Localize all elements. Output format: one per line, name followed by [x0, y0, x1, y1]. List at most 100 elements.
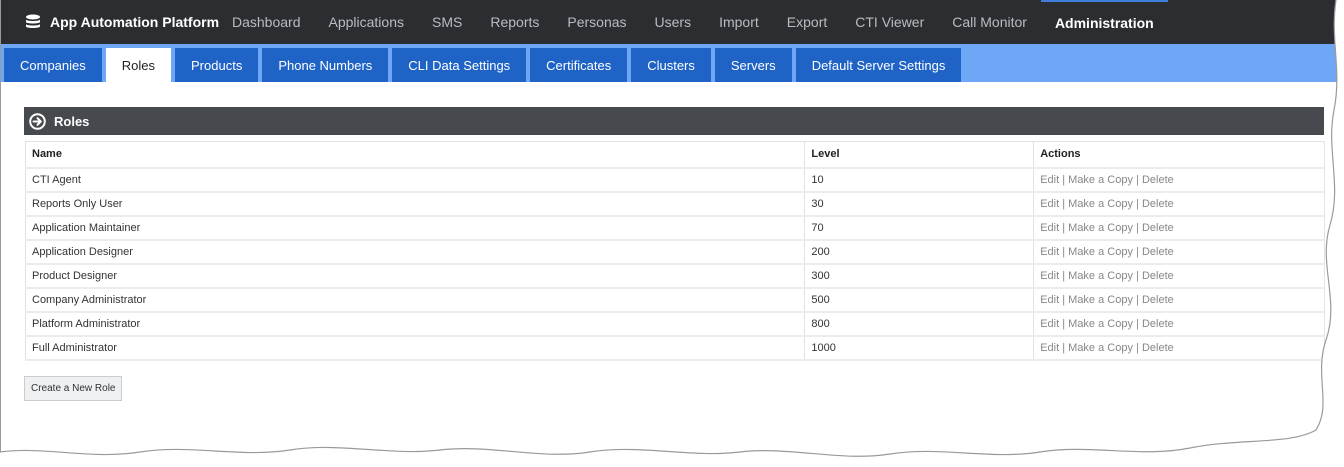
- role-actions: Edit | Make a Copy | Delete: [1033, 239, 1325, 264]
- panel-header: Roles: [24, 107, 1324, 135]
- delete-link[interactable]: Delete: [1142, 294, 1174, 306]
- table-row: Product Designer 300 Edit | Make a Copy | …: [24, 263, 1325, 288]
- edit-link[interactable]: Edit: [1040, 270, 1059, 282]
- make-copy-link[interactable]: Make a Copy: [1068, 198, 1133, 210]
- nav-call-monitor[interactable]: Call Monitor: [938, 0, 1041, 44]
- tab-default-server-settings[interactable]: Default Server Settings: [795, 48, 962, 82]
- role-name: Full Administrator: [24, 335, 806, 360]
- role-actions: Edit | Make a Copy | Delete: [1033, 335, 1325, 360]
- action-separator: |: [1136, 341, 1139, 354]
- tab-companies[interactable]: Companies: [4, 48, 102, 82]
- nav-personas[interactable]: Personas: [553, 0, 640, 44]
- tab-roles[interactable]: Roles: [105, 48, 172, 82]
- table-row: Application Maintainer 70 Edit | Make a Co…: [24, 215, 1325, 240]
- panel-title: Roles: [54, 113, 90, 129]
- action-separator: |: [1062, 221, 1066, 234]
- column-header-name[interactable]: Name: [24, 141, 806, 168]
- action-separator: |: [1062, 341, 1066, 354]
- role-actions: Edit | Make a Copy | Delete: [1033, 167, 1325, 192]
- make-copy-link[interactable]: Make a Copy: [1068, 294, 1133, 306]
- nav-reports[interactable]: Reports: [476, 0, 553, 44]
- action-separator: |: [1062, 197, 1066, 210]
- delete-link[interactable]: Delete: [1142, 198, 1174, 210]
- main-nav: Dashboard Applications SMS Reports Perso…: [218, 0, 1168, 44]
- edit-link[interactable]: Edit: [1040, 246, 1059, 258]
- action-separator: |: [1136, 293, 1139, 306]
- make-copy-link[interactable]: Make a Copy: [1068, 270, 1133, 282]
- tab-certificates[interactable]: Certificates: [530, 48, 628, 82]
- nav-export[interactable]: Export: [773, 0, 841, 44]
- role-name: Application Designer: [24, 239, 806, 264]
- tab-cli-data-settings[interactable]: CLI Data Settings: [392, 48, 527, 82]
- database-icon: [26, 14, 40, 28]
- table-row: Platform Administrator 800 Edit | Make a C…: [24, 311, 1325, 336]
- tab-phone-numbers[interactable]: Phone Numbers: [262, 48, 389, 82]
- delete-link[interactable]: Delete: [1142, 270, 1174, 282]
- edit-link[interactable]: Edit: [1040, 198, 1059, 210]
- action-separator: |: [1136, 173, 1139, 186]
- admin-tabs: Companies Roles Products Phone Numbers C…: [4, 48, 965, 82]
- action-separator: |: [1062, 245, 1066, 258]
- action-separator: |: [1136, 221, 1139, 234]
- role-actions: Edit | Make a Copy | Delete: [1033, 215, 1325, 240]
- make-copy-link[interactable]: Make a Copy: [1068, 342, 1133, 354]
- role-actions: Edit | Make a Copy | Delete: [1033, 311, 1325, 336]
- delete-link[interactable]: Delete: [1142, 318, 1174, 330]
- column-header-actions: Actions: [1033, 141, 1325, 168]
- table-row: CTI Agent 10 Edit | Make a Copy | Delete: [24, 167, 1325, 192]
- edit-link[interactable]: Edit: [1040, 174, 1059, 186]
- tab-clusters[interactable]: Clusters: [631, 48, 711, 82]
- edit-link[interactable]: Edit: [1040, 342, 1059, 354]
- role-actions: Edit | Make a Copy | Delete: [1033, 191, 1325, 216]
- arrow-right-circle-icon: [29, 112, 46, 130]
- delete-link[interactable]: Delete: [1142, 246, 1174, 258]
- make-copy-link[interactable]: Make a Copy: [1068, 174, 1133, 186]
- action-separator: |: [1136, 269, 1139, 282]
- action-separator: |: [1136, 317, 1139, 330]
- role-name: Platform Administrator: [24, 311, 806, 336]
- role-name: Application Maintainer: [24, 215, 806, 240]
- table-row: Application Designer 200 Edit | Make a Cop…: [24, 239, 1325, 264]
- action-separator: |: [1062, 317, 1066, 330]
- edit-link[interactable]: Edit: [1040, 318, 1059, 330]
- action-separator: |: [1062, 293, 1066, 306]
- delete-link[interactable]: Delete: [1142, 222, 1174, 234]
- app-brand[interactable]: App Automation Platform: [24, 0, 219, 44]
- nav-sms[interactable]: SMS: [418, 0, 476, 44]
- nav-users[interactable]: Users: [641, 0, 706, 44]
- delete-link[interactable]: Delete: [1142, 174, 1174, 186]
- role-level: 10: [804, 167, 1035, 192]
- nav-applications[interactable]: Applications: [315, 0, 419, 44]
- table-header-row: Name Level Actions: [24, 141, 1325, 168]
- delete-link[interactable]: Delete: [1142, 342, 1174, 354]
- tab-servers[interactable]: Servers: [714, 48, 792, 82]
- role-actions: Edit | Make a Copy | Delete: [1033, 287, 1325, 312]
- edit-link[interactable]: Edit: [1040, 222, 1059, 234]
- nav-dashboard[interactable]: Dashboard: [218, 0, 315, 44]
- table-row: Full Administrator 1000 Edit | Make a Copy…: [24, 335, 1325, 360]
- role-name: CTI Agent: [24, 167, 806, 192]
- role-level: 70: [804, 215, 1035, 240]
- role-level: 200: [804, 239, 1035, 264]
- nav-import[interactable]: Import: [705, 0, 773, 44]
- column-header-level[interactable]: Level: [804, 141, 1035, 168]
- make-copy-link[interactable]: Make a Copy: [1068, 246, 1133, 258]
- role-level: 800: [804, 311, 1035, 336]
- action-separator: |: [1062, 173, 1066, 186]
- edit-link[interactable]: Edit: [1040, 294, 1059, 306]
- role-name: Reports Only User: [24, 191, 806, 216]
- role-level: 1000: [804, 335, 1035, 360]
- create-new-role-button[interactable]: Create a New Role: [24, 376, 123, 401]
- make-copy-link[interactable]: Make a Copy: [1068, 222, 1133, 234]
- table-row: Reports Only User 30 Edit | Make a Copy | …: [24, 191, 1325, 216]
- app-title: App Automation Platform: [50, 14, 220, 30]
- nav-administration[interactable]: Administration: [1040, 0, 1168, 44]
- role-name: Company Administrator: [24, 287, 806, 312]
- make-copy-link[interactable]: Make a Copy: [1068, 318, 1133, 330]
- action-separator: |: [1136, 197, 1139, 210]
- roles-page: App Automation Platform Dashboard Applic…: [0, 0, 1344, 467]
- table-row: Company Administrator 500 Edit | Make a Co…: [24, 287, 1325, 312]
- tab-products[interactable]: Products: [175, 48, 259, 82]
- action-separator: |: [1136, 245, 1139, 258]
- nav-cti-viewer[interactable]: CTI Viewer: [841, 0, 938, 44]
